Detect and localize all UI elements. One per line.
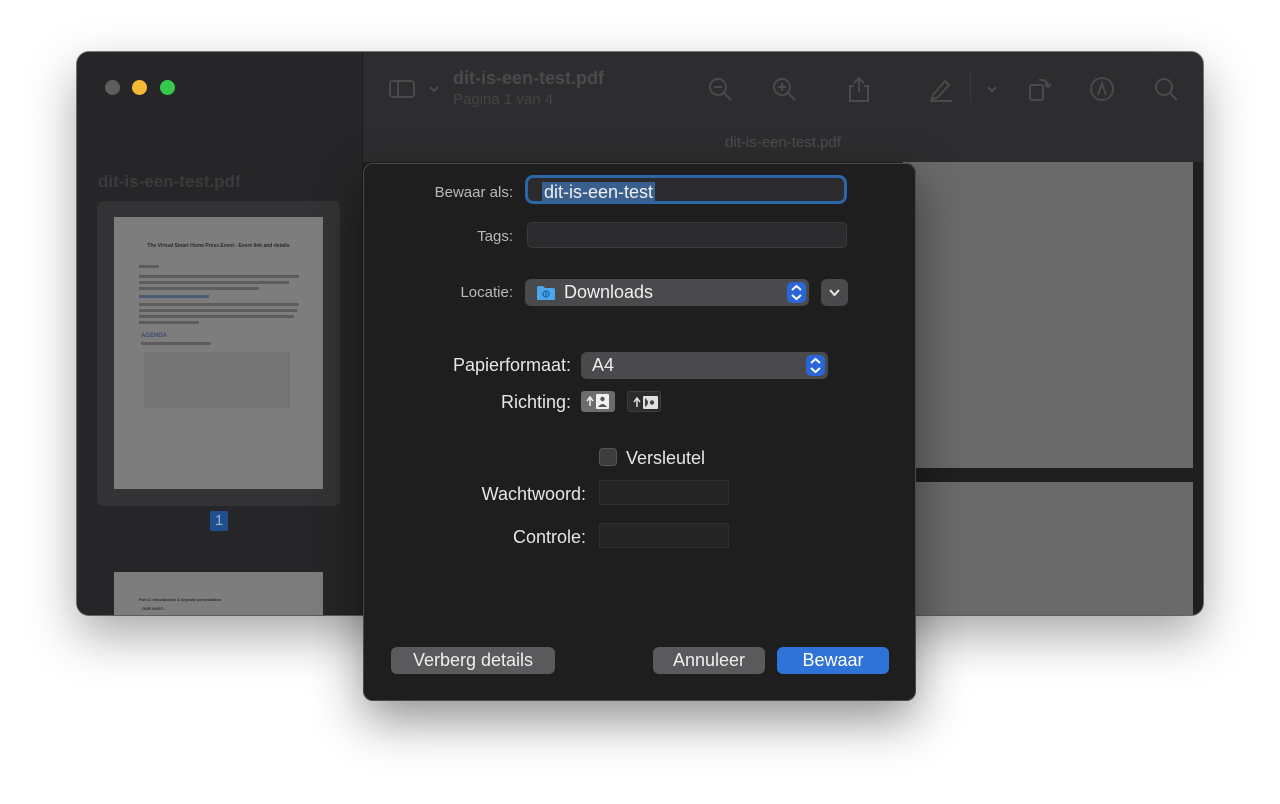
document-page-1: [903, 162, 1193, 468]
password-label: Wachtwoord:: [481, 484, 586, 504]
markup-pen-icon[interactable]: [928, 76, 954, 102]
orientation-label: Richting:: [500, 392, 571, 412]
portrait-orientation-icon[interactable]: [581, 391, 615, 412]
paper-size-label: Papierformaat:: [452, 355, 571, 375]
toolbar: dit-is-een-test.pdf Pagina 1 van 4 dit-i…: [363, 52, 1203, 162]
location-stepper-icon: [787, 282, 806, 303]
tags-label: Tags:: [477, 228, 513, 245]
verify-label: Controle:: [512, 527, 586, 547]
location-value: Downloads: [564, 282, 654, 302]
chevron-down-icon[interactable]: [979, 76, 997, 102]
sidebar: dit-is-een-test.pdf The Virtual Smart Ho…: [77, 52, 363, 615]
sidebar-document-title: dit-is-een-test.pdf: [98, 172, 241, 191]
landscape-orientation-icon[interactable]: [627, 391, 661, 412]
paper-size-value: A4: [592, 355, 615, 375]
thumbnail-part-heading: Part 1: Introduction & keynote presentat…: [139, 597, 222, 602]
page-count-subtitle: Pagina 1 van 4: [453, 91, 554, 108]
zoom-out-icon[interactable]: [707, 76, 733, 102]
thumbnail-agenda-table: [144, 352, 290, 408]
save-button[interactable]: Bewaar: [777, 647, 889, 674]
thumbnail-page-title: The Virtual Smart Home Press Event - Eve…: [147, 243, 290, 249]
close-window-button[interactable]: [105, 80, 120, 95]
cancel-button[interactable]: Annuleer: [653, 647, 765, 674]
encrypt-checkbox[interactable]: [599, 448, 617, 466]
minimize-window-button[interactable]: [132, 80, 147, 95]
location-label: Locatie:: [460, 284, 513, 301]
folder-icon: [536, 285, 556, 301]
paper-size-popup[interactable]: A4: [581, 352, 828, 379]
page-thumbnail-1[interactable]: The Virtual Smart Home Press Event - Eve…: [114, 217, 323, 489]
encrypt-label: Versleutel: [626, 448, 706, 468]
expand-location-button[interactable]: [821, 279, 848, 306]
search-icon[interactable]: [1153, 76, 1179, 102]
chevron-down-icon[interactable]: [421, 76, 439, 102]
save-as-value: dit-is-een-test: [542, 182, 656, 202]
toolbar-divider: [970, 72, 971, 102]
document-page-2: [903, 482, 1193, 615]
tags-input[interactable]: [527, 222, 847, 248]
page-thumbnail-2[interactable]: Part 1: Introduction & keynote presentat…: [114, 572, 323, 615]
share-icon[interactable]: [846, 76, 872, 102]
sidebar-icon[interactable]: [389, 76, 417, 102]
annotate-icon[interactable]: [1089, 76, 1115, 102]
save-as-input[interactable]: dit-is-een-test: [525, 175, 847, 204]
thumbnail-agenda-heading: AGENDA: [141, 333, 168, 339]
thumbnail-host-heading: OUR HOST:: [142, 606, 164, 611]
paper-size-stepper-icon: [806, 355, 825, 376]
sheet-document-name: dit-is-een-test.pdf: [725, 134, 841, 151]
document-title: dit-is-een-test.pdf: [453, 68, 604, 88]
verify-input[interactable]: [599, 523, 729, 548]
zoom-in-icon[interactable]: [771, 76, 797, 102]
export-dialog: Bewaar als: dit-is-een-test Tags: Locati…: [363, 163, 916, 701]
maximize-window-button[interactable]: [160, 80, 175, 95]
hide-details-button[interactable]: Verberg details: [391, 647, 555, 674]
location-popup[interactable]: Downloads: [525, 279, 809, 306]
page-number-label: 1: [210, 511, 228, 531]
password-input[interactable]: [599, 480, 729, 505]
save-as-label: Bewaar als:: [434, 184, 513, 201]
rotate-icon[interactable]: [1027, 76, 1053, 102]
